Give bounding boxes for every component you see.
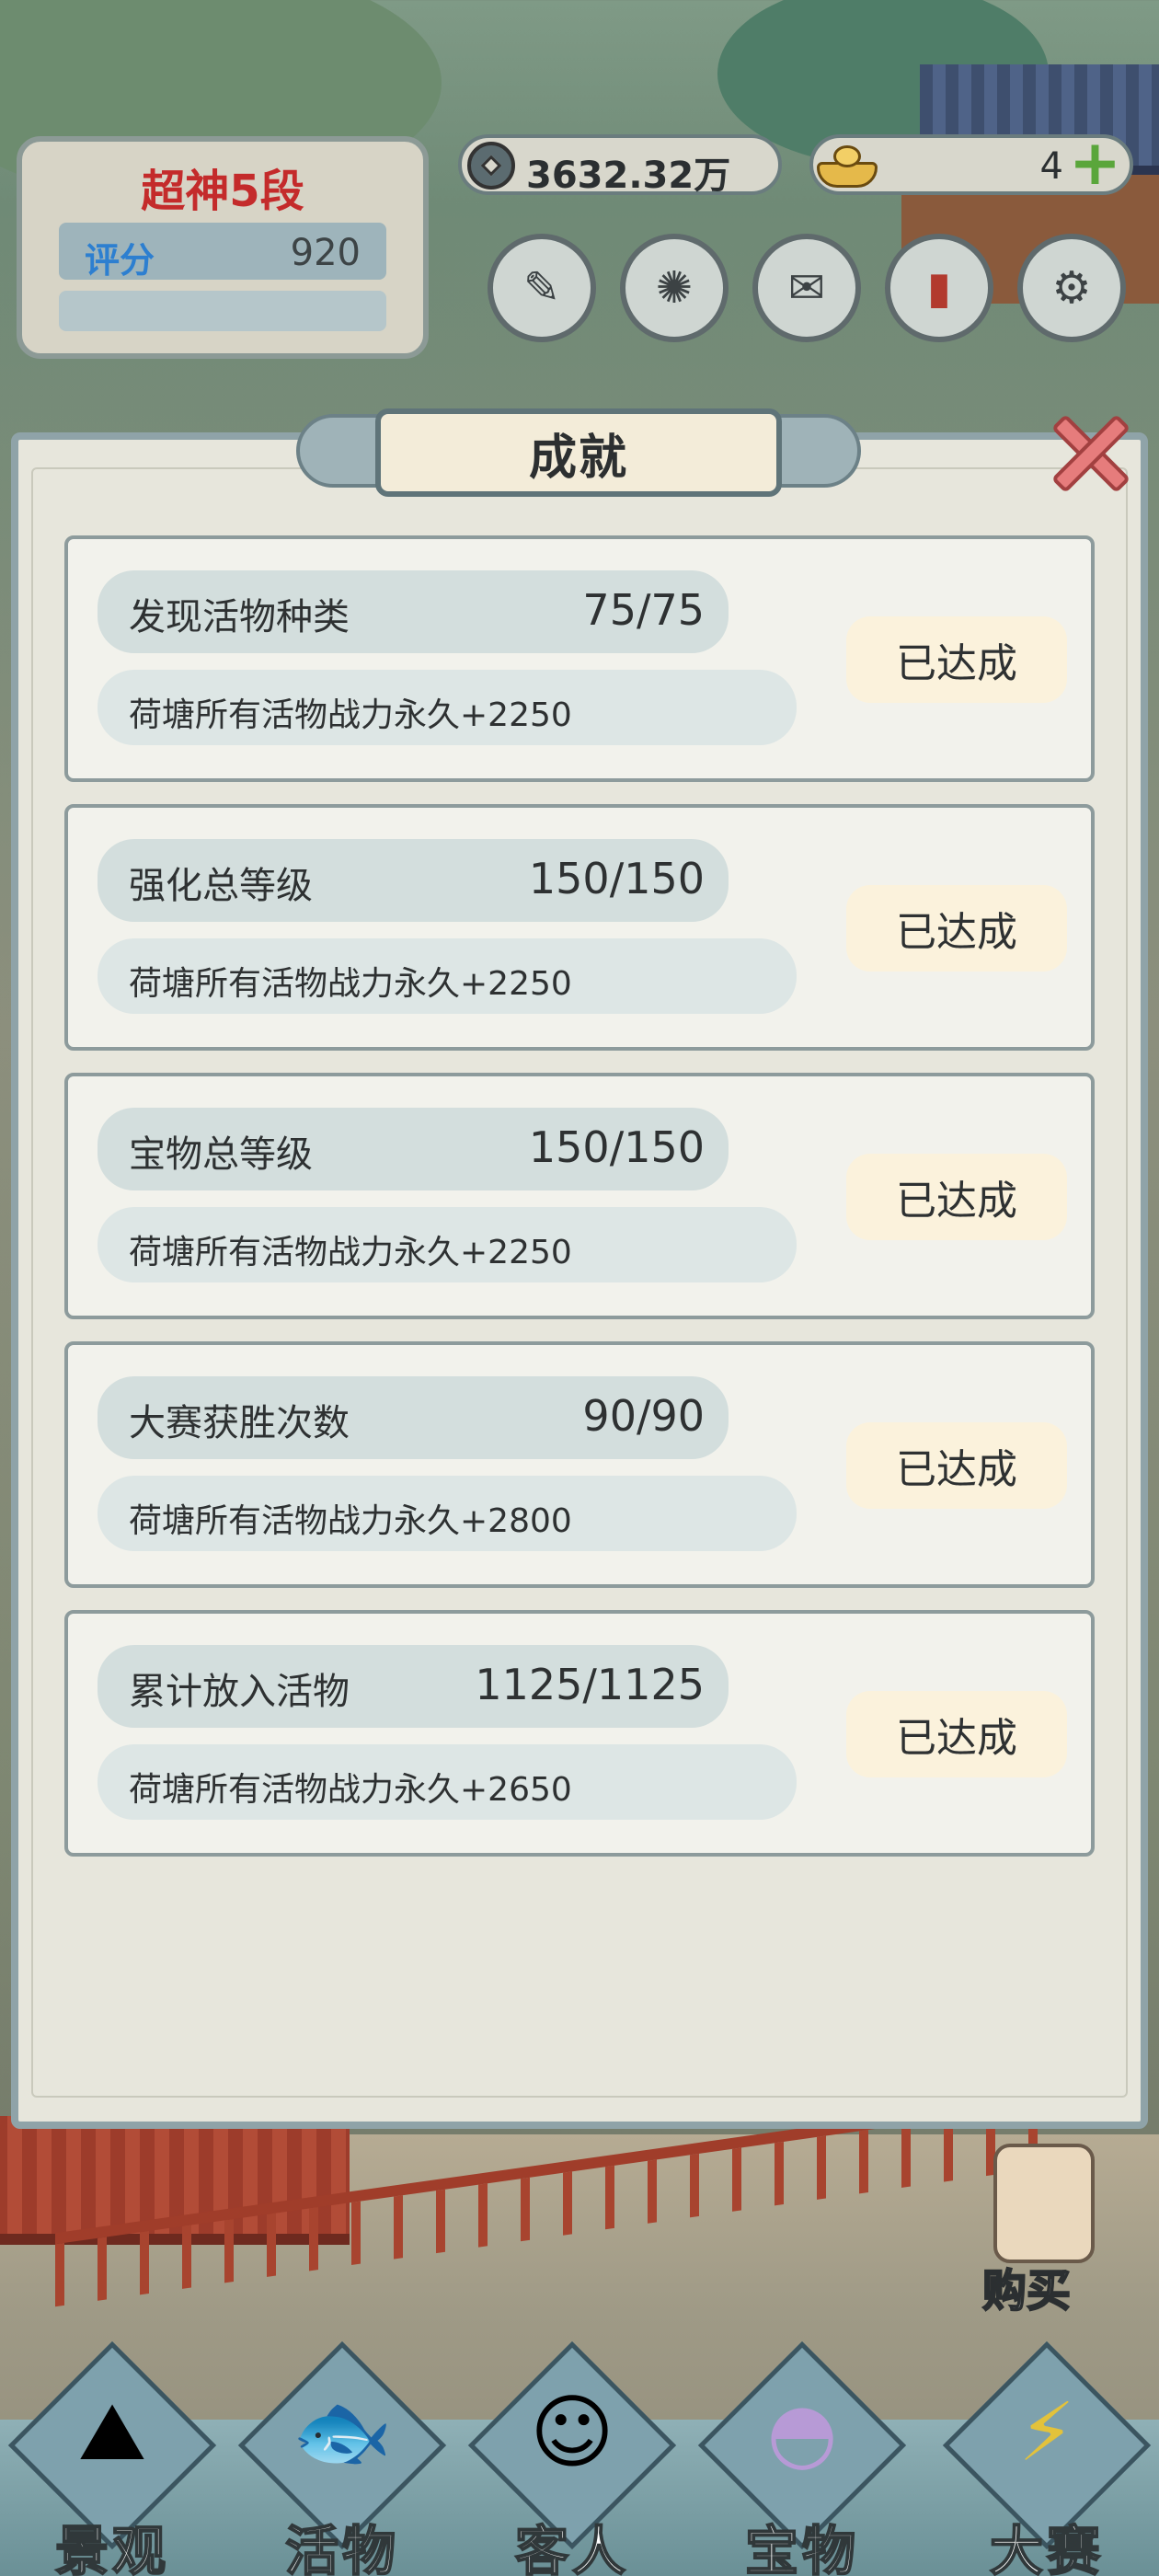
achievement-card: 累计放入活物 1125/1125 荷塘所有活物战力永久+2650 已达成 xyxy=(64,1610,1095,1857)
requirement-row: 大赛获胜次数 90/90 xyxy=(98,1376,729,1459)
add-ingot-button[interactable]: + xyxy=(1069,132,1121,195)
nav-scenery[interactable]: ⛰ 景观 xyxy=(7,2340,217,2576)
ingot-counter: 4 + xyxy=(809,132,1133,195)
status-label: 已达成 xyxy=(896,1446,1017,1493)
achievement-card: 发现活物种类 75/75 荷塘所有活物战力永久+2250 已达成 xyxy=(64,535,1095,782)
trophy-icon: ⚡ xyxy=(1018,2384,1075,2479)
achievement-name: 宝物总等级 xyxy=(129,1133,313,1176)
achievement-card: 大赛获胜次数 90/90 荷塘所有活物战力永久+2800 已达成 xyxy=(64,1341,1095,1588)
coin-value: 3632.32万 xyxy=(526,155,731,197)
book-icon: ▮ xyxy=(926,262,952,314)
guest-icon: ☺ xyxy=(530,2384,614,2479)
achievement-name: 发现活物种类 xyxy=(129,596,350,638)
achievement-progress: 1125/1125 xyxy=(475,1660,705,1709)
rank-title: 超神5段 xyxy=(141,166,304,217)
panel-title: 成就 xyxy=(528,430,628,486)
gold-ingot-icon xyxy=(817,144,878,188)
rank-card[interactable]: 超神5段 评分 920 xyxy=(17,136,429,359)
achievement-reward: 荷塘所有活物战力永久+2650 xyxy=(129,1771,572,1809)
achievement-progress: 150/150 xyxy=(528,1122,705,1172)
nav-label: 宝物 xyxy=(744,2519,859,2576)
score-value: 920 xyxy=(290,232,361,274)
achievement-reward: 荷塘所有活物战力永久+2250 xyxy=(129,696,572,734)
ingot-value: 4 xyxy=(1039,145,1063,188)
achievement-progress: 75/75 xyxy=(582,585,705,635)
fish-icon: 🐟 xyxy=(292,2384,393,2478)
nav-label: 活物 xyxy=(284,2519,399,2576)
book-button[interactable]: ▮ xyxy=(885,234,993,342)
brush-button[interactable]: ✎ xyxy=(488,234,596,342)
settings-button[interactable]: ⚙ xyxy=(1017,234,1126,342)
gear-icon: ⚙ xyxy=(1051,262,1092,314)
rank-progress-bar xyxy=(59,291,386,331)
requirement-row: 强化总等级 150/150 xyxy=(98,839,729,922)
nav-label: 客人 xyxy=(514,2519,629,2576)
close-button[interactable] xyxy=(1039,401,1142,504)
nav-label: 景观 xyxy=(54,2519,169,2576)
shop-label: 购买 xyxy=(981,2264,1072,2317)
status-label: 已达成 xyxy=(896,1715,1017,1762)
nav-label: 大赛 xyxy=(989,2519,1104,2576)
nav-creatures[interactable]: 🐟 活物 xyxy=(237,2340,447,2576)
reward-row: 荷塘所有活物战力永久+2250 xyxy=(98,670,797,745)
reward-row: 荷塘所有活物战力永久+2250 xyxy=(98,1207,797,1282)
status-label: 已达成 xyxy=(896,1178,1017,1225)
coin-icon xyxy=(467,142,515,190)
achievement-card: 强化总等级 150/150 荷塘所有活物战力永久+2250 已达成 xyxy=(64,804,1095,1051)
coin-counter: 3632.32万 xyxy=(458,134,782,197)
nav-treasures[interactable]: ◓ 宝物 xyxy=(697,2340,907,2576)
reward-row: 荷塘所有活物战力永久+2800 xyxy=(98,1476,797,1551)
achievement-reward: 荷塘所有活物战力永久+2250 xyxy=(129,965,572,1003)
rock-icon: ⛰ xyxy=(78,2383,146,2478)
status-label: 已达成 xyxy=(896,909,1017,956)
achievement-progress: 90/90 xyxy=(582,1391,705,1441)
reward-row: 荷塘所有活物战力永久+2250 xyxy=(98,938,797,1014)
achievement-reward: 荷塘所有活物战力永久+2800 xyxy=(129,1502,572,1540)
shop-scroll-icon xyxy=(993,2144,1095,2263)
score-label: 评分 xyxy=(85,240,155,281)
compass-icon: ✺ xyxy=(655,262,694,314)
achieved-status-button[interactable]: 已达成 xyxy=(846,1154,1067,1240)
shop-button[interactable]: 购买 xyxy=(966,2144,1122,2328)
achieved-status-button[interactable]: 已达成 xyxy=(846,885,1067,972)
achieved-status-button[interactable]: 已达成 xyxy=(846,616,1067,703)
brush-icon: ✎ xyxy=(522,262,561,314)
reward-row: 荷塘所有活物战力永久+2650 xyxy=(98,1744,797,1820)
achievement-reward: 荷塘所有活物战力永久+2250 xyxy=(129,1234,572,1271)
shell-icon: ◓ xyxy=(766,2384,838,2479)
requirement-row: 宝物总等级 150/150 xyxy=(98,1108,729,1190)
achievement-name: 累计放入活物 xyxy=(129,1671,350,1713)
compass-button[interactable]: ✺ xyxy=(620,234,729,342)
requirement-row: 累计放入活物 1125/1125 xyxy=(98,1645,729,1728)
achievement-card: 宝物总等级 150/150 荷塘所有活物战力永久+2250 已达成 xyxy=(64,1073,1095,1319)
requirement-row: 发现活物种类 75/75 xyxy=(98,570,729,653)
achievement-name: 强化总等级 xyxy=(129,865,313,907)
status-label: 已达成 xyxy=(896,640,1017,687)
achievement-name: 大赛获胜次数 xyxy=(129,1402,350,1444)
panel-header: 成就 xyxy=(296,408,861,497)
scroll-icon: ✉ xyxy=(787,262,826,314)
achieved-status-button[interactable]: 已达成 xyxy=(846,1691,1067,1777)
achievement-progress: 150/150 xyxy=(528,854,705,903)
achieved-status-button[interactable]: 已达成 xyxy=(846,1422,1067,1509)
scroll-button[interactable]: ✉ xyxy=(752,234,861,342)
panel-title-plaque: 成就 xyxy=(375,408,782,497)
nav-guests[interactable]: ☺ 客人 xyxy=(467,2340,677,2576)
nav-contest[interactable]: ⚡ 大赛 xyxy=(942,2340,1152,2576)
score-row: 评分 920 xyxy=(59,223,386,281)
